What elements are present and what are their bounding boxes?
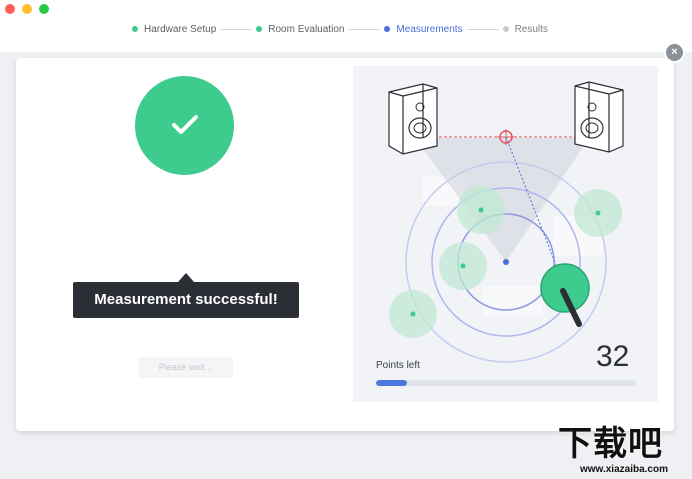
close-window-button[interactable]	[5, 4, 15, 14]
step-status-dot	[132, 26, 138, 32]
step-connector	[466, 28, 499, 30]
step-label: Results	[514, 23, 548, 35]
step-label: Room Evaluation	[268, 23, 345, 35]
watermark-text: 下载吧	[558, 425, 663, 463]
tooltip-arrow	[178, 273, 194, 282]
step-results[interactable]: Results	[502, 23, 548, 35]
zoom-window-button[interactable]	[39, 4, 49, 14]
points-left-label: Points left	[376, 360, 420, 371]
measurement-progress-bar	[376, 380, 636, 386]
watermark-url: www.xiazaiba.com	[580, 464, 668, 475]
success-tooltip: Measurement successful!	[73, 282, 299, 318]
step-status-dot	[384, 26, 391, 32]
step-connector	[220, 28, 253, 30]
success-check-icon	[135, 76, 234, 175]
close-button[interactable]: ×	[664, 42, 685, 63]
step-label: Hardware Setup	[144, 23, 217, 35]
step-label: Measurements	[396, 23, 463, 35]
progress-fill	[376, 380, 408, 386]
watermark-logo: 下载吧 www.xiazaiba.com	[558, 424, 690, 476]
please-wait-button[interactable]: Please wait...	[138, 357, 233, 378]
step-room-evaluation[interactable]: Room Evaluation	[256, 24, 344, 35]
step-hardware-setup[interactable]: Hardware Setup	[132, 24, 216, 35]
title-bar: Hardware Setup Room Evaluation Measurement…	[0, 0, 692, 52]
step-progress-nav: Hardware Setup Room Evaluation Measurement…	[132, 22, 548, 36]
listening-center-point	[503, 259, 509, 265]
step-status-dot	[502, 26, 509, 32]
step-measurements[interactable]: Measurements	[384, 23, 463, 35]
current-mic-position	[540, 263, 590, 313]
step-connector	[348, 28, 381, 30]
step-status-dot	[256, 26, 263, 32]
minimize-window-button[interactable]	[22, 4, 32, 14]
window-controls	[5, 4, 49, 14]
check-icon	[172, 115, 198, 134]
left-speaker-icon	[388, 83, 438, 155]
points-left-value: 32	[596, 340, 630, 373]
right-speaker-icon	[574, 81, 624, 153]
